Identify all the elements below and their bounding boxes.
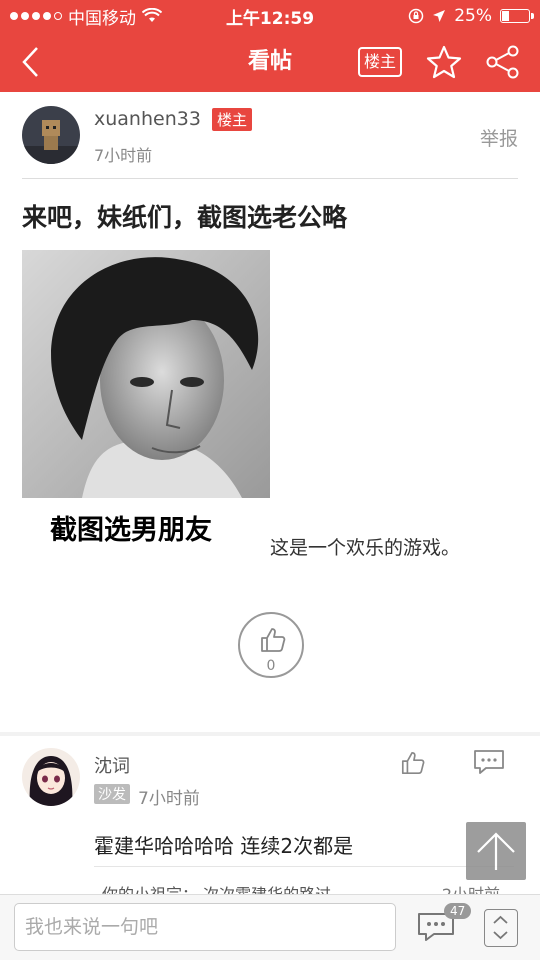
post-header: xuanhen33 楼主 7小时前 举报: [0, 92, 540, 178]
battery-icon: [500, 9, 534, 23]
comment-icon: [474, 750, 504, 774]
image-caption: 截图选男朋友: [50, 515, 212, 546]
favorite-button[interactable]: [425, 44, 463, 80]
reply-comment-button[interactable]: [472, 748, 506, 776]
post-image[interactable]: [22, 250, 270, 498]
bottom-bar: 我也来说一句吧 47: [0, 894, 540, 960]
only-owner-button[interactable]: 楼主: [358, 47, 402, 77]
sub-reply[interactable]: 你的小祖宗： 次次霍建华的路过...... 2小时前: [94, 866, 514, 896]
share-button[interactable]: [484, 44, 522, 80]
navigation-bar: 看帖 楼主: [0, 32, 540, 92]
post-like-button[interactable]: 0: [238, 612, 304, 678]
post-time: 7小时前: [94, 146, 153, 165]
carrier-label: 中国移动: [68, 8, 136, 29]
post-title: 来吧，妹纸们，截图选老公略: [22, 203, 348, 232]
comment-count-badge: 47: [444, 903, 472, 919]
orientation-lock-icon: [408, 8, 424, 24]
arrow-up-icon: [477, 832, 515, 870]
floor-badge: 沙发: [94, 784, 130, 804]
signal-icon: [10, 12, 62, 20]
author-avatar[interactable]: [22, 106, 80, 164]
reply-like-button[interactable]: [400, 750, 426, 776]
comment-input[interactable]: 我也来说一句吧: [14, 903, 396, 951]
like-count: 0: [266, 658, 276, 674]
author-name[interactable]: xuanhen33: [94, 108, 201, 130]
section-divider: [0, 732, 540, 736]
reply-author[interactable]: 沈词: [94, 752, 130, 778]
thumbs-up-icon: [261, 628, 286, 652]
wifi-icon: [142, 8, 162, 22]
star-icon: [426, 45, 462, 79]
battery-percent: 25%: [454, 6, 492, 26]
status-bar: 中国移动 上午12:59 25%: [0, 0, 540, 32]
thumbs-up-icon: [401, 751, 425, 775]
chevron-up-down-icon: [493, 915, 508, 940]
post-body-text: 这是一个欢乐的游戏。: [270, 537, 461, 559]
back-button[interactable]: [12, 42, 48, 82]
divider: [22, 178, 518, 179]
page-scroll-button[interactable]: [484, 909, 518, 947]
report-button[interactable]: 举报: [480, 124, 518, 151]
owner-badge: 楼主: [212, 108, 253, 131]
reply-text: 霍建华哈哈哈哈 连续2次都是: [94, 834, 354, 858]
chevron-left-icon: [22, 47, 38, 77]
reply-time: 7小时前: [138, 789, 200, 809]
share-icon: [486, 45, 519, 79]
location-arrow-icon: [433, 10, 446, 22]
reply-avatar[interactable]: [22, 748, 80, 806]
scroll-to-top-button[interactable]: [466, 822, 526, 880]
